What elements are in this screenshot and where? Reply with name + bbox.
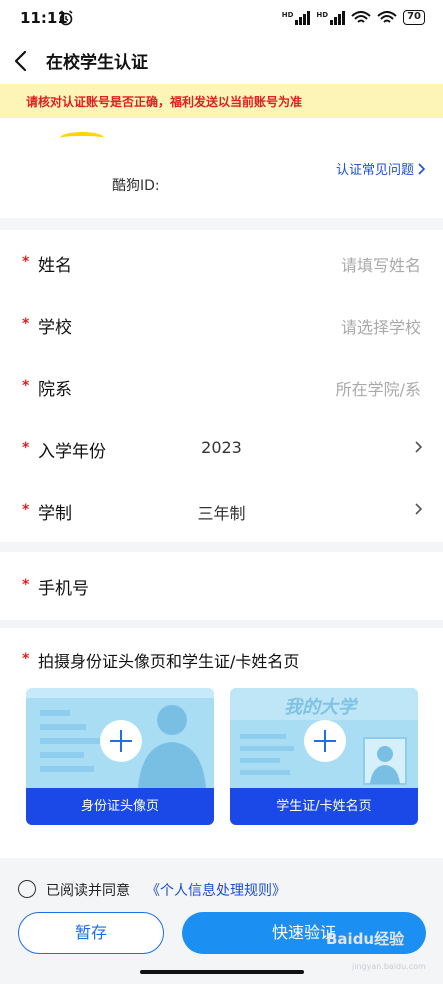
required-mark: *: [22, 254, 30, 270]
student-card-upload[interactable]: 我的大学 学生证/卡姓名页: [230, 688, 418, 825]
signal-icon-2: HD: [316, 10, 346, 25]
name-input[interactable]: 请填写姓名: [341, 252, 421, 276]
faq-link-label: 认证常见问题: [335, 163, 414, 178]
department-label: 院系: [38, 380, 72, 400]
required-mark: *: [22, 316, 30, 332]
battery-icon: 70: [403, 10, 425, 25]
photo-upload-card: * 拍摄身份证头像页和学生证/卡姓名页 身份证头像页 我的大学 学生证/卡姓名页: [0, 628, 443, 858]
program-length-field[interactable]: * 学制 三年制: [0, 480, 443, 540]
department-field[interactable]: * 院系 所在学院/系: [0, 356, 443, 416]
baidu-watermark-url: jingyan.baidu.com: [352, 962, 426, 971]
signal-icon: HD: [282, 10, 311, 25]
add-photo-icon: [100, 720, 142, 762]
top-nav: 在校学生认证: [0, 38, 443, 84]
student-card-label: 学生证/卡姓名页: [230, 788, 418, 825]
home-indicator[interactable]: [140, 970, 304, 974]
school-label: 学校: [38, 318, 72, 338]
id-card-label: 身份证头像页: [26, 788, 214, 825]
enroll-year-field[interactable]: * 入学年份 2023: [0, 418, 443, 478]
student-card-art-text: 我的大学: [284, 697, 356, 718]
page-title: 在校学生认证: [46, 53, 148, 73]
required-mark: *: [22, 577, 30, 593]
form-card: * 姓名 请填写姓名 * 学校 请选择学校 * 院系 所在学院/系 * 入学年份…: [0, 230, 443, 542]
photo-upload-title: 拍摄身份证头像页和学生证/卡姓名页: [38, 652, 300, 671]
enroll-year-value: 2023: [201, 438, 242, 457]
agreement-text: 已阅读并同意: [46, 883, 130, 899]
school-field[interactable]: * 学校 请选择学校: [0, 294, 443, 354]
agreement-row: 已阅读并同意 《个人信息处理规则》: [0, 874, 443, 904]
status-bar: 11:11 HD HD 70: [0, 0, 443, 38]
alarm-icon: [59, 10, 73, 26]
agreement-checkbox[interactable]: [18, 880, 36, 898]
program-length-value: 三年制: [197, 504, 246, 523]
name-label: 姓名: [38, 256, 72, 276]
avatar: [60, 132, 104, 144]
baidu-watermark: Baidu经验: [326, 930, 405, 948]
wifi-icon: [351, 10, 371, 23]
back-arrow-icon[interactable]: [10, 46, 34, 76]
id-card-upload[interactable]: 身份证头像页: [26, 688, 214, 825]
school-select[interactable]: 请选择学校: [341, 314, 421, 338]
notice-text: 请核对认证账号是否正确，福利发送以当前账号为准: [26, 95, 303, 109]
department-input[interactable]: 所在学院/系: [336, 376, 421, 400]
phone-field[interactable]: * 手机号: [0, 552, 443, 620]
chevron-right-icon: [415, 503, 423, 515]
save-draft-button[interactable]: 暂存: [18, 912, 164, 954]
kugou-id-label: 酷狗ID:: [112, 178, 160, 194]
faq-link[interactable]: 认证常见问题: [336, 159, 425, 178]
wifi-icon-2: [377, 10, 397, 23]
privacy-rules-link[interactable]: 《个人信息处理规则》: [146, 880, 286, 900]
name-field[interactable]: * 姓名 请填写姓名: [0, 232, 443, 292]
phone-label: 手机号: [38, 579, 89, 599]
add-photo-icon: [304, 720, 346, 762]
required-mark: *: [22, 651, 30, 667]
chevron-right-icon: [415, 441, 423, 453]
required-mark: *: [22, 378, 30, 394]
chevron-right-icon: [418, 162, 425, 175]
notice-banner: 请核对认证账号是否正确，福利发送以当前账号为准: [0, 84, 443, 118]
account-card: 酷狗ID: 认证常见问题: [0, 118, 443, 218]
